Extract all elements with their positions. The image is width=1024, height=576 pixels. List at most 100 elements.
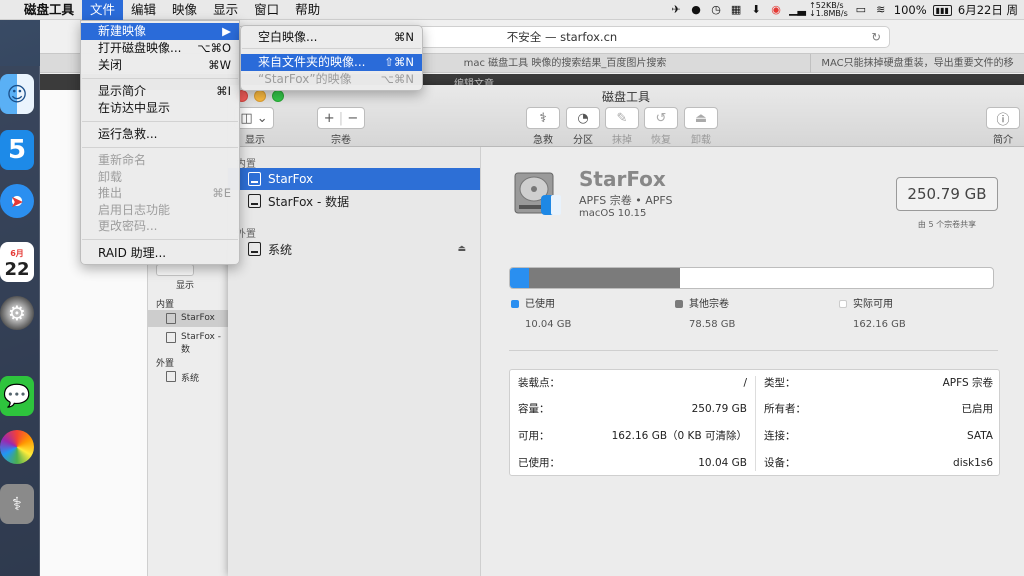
- menu-edit[interactable]: 编辑: [123, 0, 164, 20]
- menu-separator: [82, 78, 238, 79]
- volume-add-remove-button[interactable]: + | −: [317, 107, 365, 129]
- sidebar-item-label: 系统: [268, 242, 293, 257]
- sidebar-item-system[interactable]: 系统 ⏏: [228, 238, 480, 260]
- plus-icon: +: [323, 110, 335, 126]
- menu-item-get-info[interactable]: 显示简介 ⌘I: [81, 83, 239, 100]
- small-disk-icon: [166, 332, 176, 343]
- menu-item-enable-journaling[interactable]: 启用日志功能: [81, 202, 239, 219]
- restore-button[interactable]: ↺: [644, 107, 678, 129]
- restore-label: 恢复: [651, 135, 671, 146]
- wechat-icon[interactable]: 💬: [0, 376, 34, 416]
- disk-sidebar: 内置 StarFox StarFox - 数据 外置 系统 ⏏: [228, 147, 481, 576]
- menu-item-image-of-starfox[interactable]: “StarFox”的映像 ⌥⌘N: [241, 71, 422, 88]
- system-preferences-icon[interactable]: ⚙: [0, 296, 34, 330]
- sidebar-icon: ◫ ⌄: [240, 110, 268, 126]
- grid-status-icon[interactable]: ▦: [729, 3, 743, 17]
- url-text: 不安全 — starfox.cn: [506, 30, 618, 44]
- menu-window[interactable]: 窗口: [246, 0, 287, 20]
- free-swatch: [839, 300, 847, 308]
- unmount-label: 卸载: [691, 135, 711, 146]
- info-row-available: 可用： 162.16 GB（0 KB 可清除）: [518, 430, 747, 442]
- menu-view[interactable]: 显示: [205, 0, 246, 20]
- menu-item-open-disk-image[interactable]: 打开磁盘映像... ⌥⌘O: [81, 40, 239, 57]
- disk-icon: [248, 194, 261, 208]
- info-row-connection: 连接： SATA: [764, 430, 993, 442]
- menu-file[interactable]: 文件: [82, 0, 124, 20]
- partition-button[interactable]: ◔: [566, 107, 600, 129]
- usage-bar-used: [510, 268, 529, 288]
- app-5-icon[interactable]: 5: [0, 130, 34, 170]
- photos-icon[interactable]: [0, 430, 34, 464]
- first-aid-button[interactable]: ⚕: [526, 107, 560, 129]
- pie-chart-icon: ◔: [577, 110, 589, 126]
- legend-free-label: 实际可用: [853, 299, 893, 310]
- disk-icon: [248, 172, 261, 186]
- menu-item-unmount[interactable]: 卸载: [81, 169, 239, 186]
- menu-item-close[interactable]: 关闭 ⌘W: [81, 57, 239, 74]
- menu-help[interactable]: 帮助: [287, 0, 328, 20]
- dock: ☺ 5 ➤ 6月 22 ⚙ 💬 ⚕: [0, 66, 40, 576]
- battery-icon[interactable]: ▮▮▮: [932, 4, 952, 16]
- info-button[interactable]: ⓘ: [986, 107, 1020, 129]
- info-row-used: 已使用： 10.04 GB: [518, 457, 747, 469]
- browser-tab-article[interactable]: MAC只能抹掉硬盘重装，导出重要文件的移: [810, 54, 1024, 73]
- disk-utility-window: 磁盘工具 ◫ ⌄ 显示 + | − 宗卷 ⚕ 急救 ◔ 分区 ✎ 抹掉 ↺ 恢复…: [228, 85, 1024, 576]
- sidebar-item-starfox-data[interactable]: StarFox - 数据: [228, 190, 480, 212]
- reload-icon[interactable]: ↻: [871, 27, 881, 47]
- legend-used-value: 10.04 GB: [525, 319, 572, 330]
- menu-item-change-password[interactable]: 更改密码...: [81, 218, 239, 235]
- menu-item-rename[interactable]: 重新命名: [81, 152, 239, 169]
- volume-name: StarFox: [579, 167, 666, 191]
- sidebar-item-starfox[interactable]: StarFox: [228, 168, 480, 190]
- menu-separator: [82, 239, 238, 240]
- color-wheel-icon[interactable]: ◉: [769, 3, 783, 17]
- usage-bar: [509, 267, 994, 289]
- erase-button[interactable]: ✎: [605, 107, 639, 129]
- info-row-device: 设备： disk1s6: [764, 457, 993, 469]
- legend-used-label: 已使用: [525, 299, 555, 310]
- legend-other-value: 78.58 GB: [689, 319, 736, 330]
- first-aid-label: 急救: [533, 135, 553, 146]
- menu-item-image-from-folder[interactable]: 来自文件夹的映像... ⇧⌘N: [241, 54, 422, 71]
- volume-detail-pane: StarFox APFS 宗卷 • APFS macOS 10.15 250.7…: [481, 147, 1024, 576]
- small-internal-header: 内置: [156, 300, 175, 310]
- menu-bar: 磁盘工具 文件 编辑 映像 显示 窗口 帮助 ✈ ● ◷ ▦ ⬇ ◉ ▁▃ ↑5…: [0, 0, 1024, 20]
- view-button[interactable]: ◫ ⌄: [234, 107, 274, 129]
- menu-item-new-image[interactable]: 新建映像 ▶: [81, 23, 239, 40]
- app-menu[interactable]: 磁盘工具: [16, 0, 82, 20]
- legend-free-value: 162.16 GB: [853, 319, 906, 330]
- menu-separator: [242, 48, 421, 49]
- download-status-icon[interactable]: ⬇: [749, 3, 763, 17]
- airplane-icon[interactable]: ✈: [669, 3, 683, 17]
- calendar-icon[interactable]: 6月 22: [0, 242, 34, 282]
- menu-item-show-in-finder[interactable]: 在访达中显示: [81, 100, 239, 117]
- erase-icon: ✎: [616, 110, 628, 126]
- wifi-icon[interactable]: ≋: [874, 3, 888, 17]
- calendar-day: 22: [4, 259, 30, 280]
- eject-icon[interactable]: ⏏: [457, 244, 466, 254]
- menu-item-blank-image[interactable]: 空白映像... ⌘N: [241, 29, 422, 46]
- info-row-owner: 所有者： 已启用: [764, 403, 993, 415]
- clock-status-icon[interactable]: ◷: [709, 3, 723, 17]
- display-icon[interactable]: ▭: [854, 3, 868, 17]
- volume-shared-note: 由 5 个宗卷共享: [917, 220, 977, 229]
- volume-os: macOS 10.15: [579, 208, 647, 219]
- menu-item-eject[interactable]: 推出 ⌘E: [81, 185, 239, 202]
- menu-separator: [82, 147, 238, 148]
- clock-date[interactable]: 6月22日 周: [958, 2, 1018, 18]
- disk-utility-dock-icon[interactable]: ⚕: [0, 484, 34, 524]
- unmount-button[interactable]: ⏏: [684, 107, 718, 129]
- activity-graph-icon[interactable]: ▁▃: [789, 3, 806, 17]
- volume-info-table: 装载点： / 容量： 250.79 GB 可用： 162.16 GB（0 KB …: [509, 369, 1000, 476]
- status-area: ✈ ● ◷ ▦ ⬇ ◉ ▁▃ ↑52KB/s ↓1.8MB/s ▭ ≋ 100%…: [669, 0, 1018, 20]
- safari-icon[interactable]: ➤: [0, 184, 34, 218]
- wechat-status-icon[interactable]: ●: [689, 3, 703, 17]
- small-item-starfox: StarFox: [181, 313, 215, 323]
- battery-percent: 100%: [893, 3, 927, 17]
- menu-item-first-aid[interactable]: 运行急救...: [81, 126, 239, 143]
- menu-item-raid-assistant[interactable]: RAID 助理...: [81, 245, 239, 262]
- menu-image[interactable]: 映像: [164, 0, 205, 20]
- finder-icon[interactable]: ☺: [0, 74, 34, 114]
- legend-other-label: 其他宗卷: [689, 299, 729, 310]
- volume-label: 宗卷: [331, 135, 351, 146]
